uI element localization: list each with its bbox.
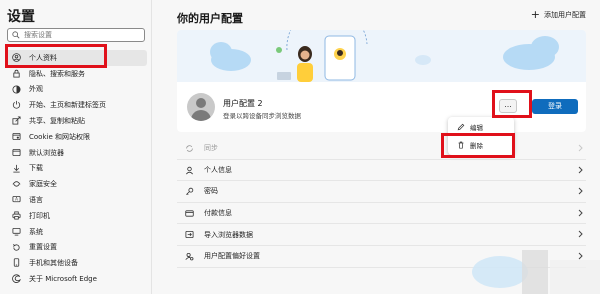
reset-icon <box>13 243 20 251</box>
chevron-right-icon <box>578 187 583 195</box>
highlight-box-profiles <box>5 44 107 68</box>
sidebar-nav: 个人资料 隐私、搜索和服务 外观 开始、主页和新建标签页 共享、复制和粘贴 Co… <box>5 50 147 287</box>
sidebar-item-label: 打印机 <box>29 211 50 220</box>
chevron-right-icon <box>578 252 583 260</box>
profile-subtitle: 登录以跨设备同步浏览数据 <box>223 112 301 120</box>
profile-name: 用户配置 2 <box>223 99 263 108</box>
person-card-icon <box>186 166 193 174</box>
sidebar-item-default-browser[interactable]: 默认浏览器 <box>5 145 147 161</box>
sidebar-item-label: 关于 Microsoft Edge <box>29 275 97 284</box>
sidebar-item-label: 系统 <box>29 227 43 236</box>
chevron-right-icon <box>578 166 583 173</box>
site-permissions-icon <box>12 132 21 141</box>
lock-icon <box>13 69 20 78</box>
search-input[interactable] <box>24 30 134 40</box>
sidebar-item-label: 开始、主页和新建标签页 <box>29 101 106 110</box>
sidebar-item-cookies[interactable]: Cookie 和网站权限 <box>5 129 147 145</box>
import-icon <box>185 231 194 239</box>
sync-icon <box>186 145 193 152</box>
pencil-icon <box>457 123 465 131</box>
phone-icon <box>13 258 20 268</box>
sidebar-item-family[interactable]: 家庭安全 <box>5 176 147 192</box>
avatar[interactable] <box>187 93 215 121</box>
row-payment-info[interactable]: 付款信息 <box>177 203 586 225</box>
row-label: 个人信息 <box>204 165 232 174</box>
sidebar-item-downloads[interactable]: 下载 <box>5 161 147 177</box>
sidebar-item-label: Cookie 和网站权限 <box>29 132 90 141</box>
row-personal-info[interactable]: 个人信息 <box>177 160 586 182</box>
sidebar-item-reset[interactable]: 重置设置 <box>5 240 147 256</box>
language-icon: A <box>12 196 21 203</box>
edge-icon <box>12 274 21 284</box>
banner-illustration <box>210 30 559 82</box>
credit-card-icon <box>185 210 194 217</box>
sidebar-item-label: 重置设置 <box>29 243 57 252</box>
sign-in-button[interactable]: 登录 <box>532 99 578 114</box>
chevron-right-icon <box>578 209 583 217</box>
row-label: 用户配置偏好设置 <box>204 252 260 261</box>
sidebar-item-languages[interactable]: A 语言 <box>5 192 147 208</box>
add-profile-label: 添加用户配置 <box>544 11 586 19</box>
sidebar-item-label: 隐私、搜索和服务 <box>29 69 85 78</box>
key-icon <box>186 187 194 196</box>
row-sync[interactable]: 同步 <box>177 138 586 160</box>
sidebar-item-label: 家庭安全 <box>29 180 57 189</box>
sidebar-item-printers[interactable]: 打印机 <box>5 208 147 224</box>
profile-settings-list: 同步 个人信息 密码 付款信息 导入浏览器数据 用户配置偏好设置 <box>177 138 586 268</box>
row-label: 密码 <box>204 187 218 196</box>
profile-banner <box>177 30 586 82</box>
add-profile-button[interactable]: + 添加用户配置 <box>530 8 586 21</box>
settings-title: 设置 <box>7 9 35 25</box>
row-label: 付款信息 <box>204 209 232 218</box>
download-icon <box>13 164 20 173</box>
appearance-icon <box>12 85 21 94</box>
sidebar-item-phone[interactable]: 手机和其他设备 <box>5 255 147 271</box>
row-label: 同步 <box>204 144 218 153</box>
row-passwords[interactable]: 密码 <box>177 181 586 203</box>
highlight-box-more <box>492 90 532 118</box>
plus-icon: + <box>530 8 540 21</box>
printer-icon <box>12 211 21 220</box>
profile-settings-icon <box>185 252 194 261</box>
svg-text:A: A <box>15 197 18 202</box>
highlight-box-delete <box>441 133 515 158</box>
main-panel: 你的用户配置 + 添加用户配置 用户配置 2 登录以跨设备同步浏览数据 ... … <box>153 0 600 294</box>
system-icon <box>12 227 21 236</box>
sidebar-item-label: 默认浏览器 <box>29 148 64 157</box>
chevron-right-icon <box>578 144 583 152</box>
power-icon <box>12 101 21 110</box>
sidebar: 设置 个人资料 隐私、搜索和服务 外观 开始、主页和新建标签页 共享、复制和粘贴… <box>0 0 152 294</box>
search-box[interactable] <box>7 28 145 42</box>
sidebar-item-label: 语言 <box>29 196 43 205</box>
row-import-data[interactable]: 导入浏览器数据 <box>177 224 586 246</box>
sidebar-item-label: 手机和其他设备 <box>29 259 78 268</box>
sidebar-item-privacy[interactable]: 隐私、搜索和服务 <box>5 66 147 82</box>
search-icon <box>12 31 20 39</box>
sidebar-item-label: 下载 <box>29 164 43 173</box>
browser-icon <box>12 148 21 156</box>
sidebar-item-label: 外观 <box>29 85 43 94</box>
family-icon <box>12 181 21 187</box>
sidebar-item-appearance[interactable]: 外观 <box>5 82 147 98</box>
sidebar-item-system[interactable]: 系统 <box>5 224 147 240</box>
share-icon <box>12 116 21 125</box>
sidebar-item-share[interactable]: 共享、复制和粘贴 <box>5 113 147 129</box>
row-label: 导入浏览器数据 <box>204 230 253 239</box>
sidebar-item-label: 共享、复制和粘贴 <box>29 117 85 126</box>
menu-item-label: 编辑 <box>470 124 483 132</box>
page-title: 你的用户配置 <box>177 12 243 25</box>
sidebar-item-about[interactable]: 关于 Microsoft Edge <box>5 271 147 287</box>
sidebar-item-start[interactable]: 开始、主页和新建标签页 <box>5 97 147 113</box>
chevron-right-icon <box>578 231 583 238</box>
row-profile-preferences[interactable]: 用户配置偏好设置 <box>177 246 586 268</box>
